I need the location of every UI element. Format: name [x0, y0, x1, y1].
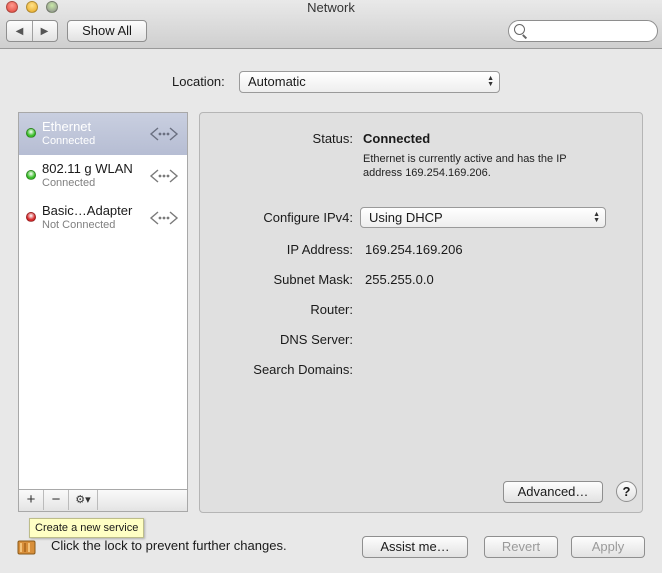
service-item-basic-adapter[interactable]: Basic…Adapter Not Connected: [19, 197, 187, 239]
remove-service-button[interactable]: −: [44, 490, 69, 510]
router-label: Router:: [310, 302, 353, 317]
configure-ipv4-select[interactable]: Using DHCP ▲ ▼: [360, 207, 606, 228]
status-value: Connected: [363, 131, 431, 146]
service-name: 802.11 g WLAN: [42, 161, 133, 176]
dns-server-label: DNS Server:: [280, 332, 353, 347]
apply-button[interactable]: Apply: [571, 536, 645, 558]
location-select[interactable]: Automatic ▲ ▼: [239, 71, 500, 93]
assist-me-button[interactable]: Assist me…: [362, 536, 468, 558]
service-list-controls: + − ⚙▾: [18, 490, 188, 512]
window-title: Network: [307, 0, 355, 15]
search-input[interactable]: [529, 23, 653, 41]
help-button[interactable]: ?: [616, 481, 637, 502]
service-list: Ethernet Connected 802.11 g WLAN Connect…: [18, 112, 188, 490]
search-domains-label: Search Domains:: [253, 362, 353, 377]
back-button[interactable]: ◀: [7, 21, 33, 41]
configure-ipv4-value: Using DHCP: [369, 210, 443, 225]
status-description: Ethernet is currently active and has the…: [363, 153, 567, 179]
lock-message: Click the lock to prevent further change…: [51, 538, 287, 553]
location-label: Location:: [172, 74, 225, 89]
ip-address-label: IP Address:: [286, 242, 353, 257]
select-arrows-icon: ▲ ▼: [593, 211, 600, 224]
show-all-button[interactable]: Show All: [67, 20, 147, 42]
status-dot-icon: [26, 170, 36, 180]
network-arrows-icon: [149, 211, 179, 225]
status-dot-icon: [26, 128, 36, 138]
service-name: Ethernet: [42, 119, 92, 134]
service-name: Basic…Adapter: [42, 203, 133, 218]
service-state: Not Connected: [42, 219, 116, 231]
service-item-ethernet[interactable]: Ethernet Connected: [19, 113, 187, 155]
add-service-button[interactable]: +: [19, 490, 44, 510]
forward-button[interactable]: ▶: [32, 21, 57, 41]
subnet-mask-value: 255.255.0.0: [365, 272, 434, 287]
subnet-mask-label: Subnet Mask:: [273, 272, 354, 287]
status-label: Status:: [312, 131, 353, 146]
advanced-button[interactable]: Advanced…: [503, 481, 603, 503]
service-state: Connected: [42, 177, 96, 189]
revert-button[interactable]: Revert: [484, 536, 558, 558]
back-forward-control: ◀ ▶: [6, 20, 58, 42]
network-arrows-icon: [149, 169, 179, 183]
status-dot-icon: [26, 212, 36, 222]
select-arrows-icon: ▲ ▼: [487, 75, 494, 88]
ip-address-value: 169.254.169.206: [365, 242, 463, 257]
lock-icon[interactable]: [17, 537, 37, 555]
location-value: Automatic: [248, 74, 306, 89]
action-menu-button[interactable]: ⚙▾: [69, 490, 98, 510]
search-field[interactable]: [508, 20, 658, 42]
tooltip: Create a new service: [29, 518, 145, 538]
service-state: Connected: [42, 135, 96, 147]
search-icon: [514, 24, 525, 35]
network-arrows-icon: [149, 127, 179, 141]
service-item-wlan[interactable]: 802.11 g WLAN Connected: [19, 155, 187, 197]
configure-ipv4-label: Configure IPv4:: [263, 210, 353, 225]
